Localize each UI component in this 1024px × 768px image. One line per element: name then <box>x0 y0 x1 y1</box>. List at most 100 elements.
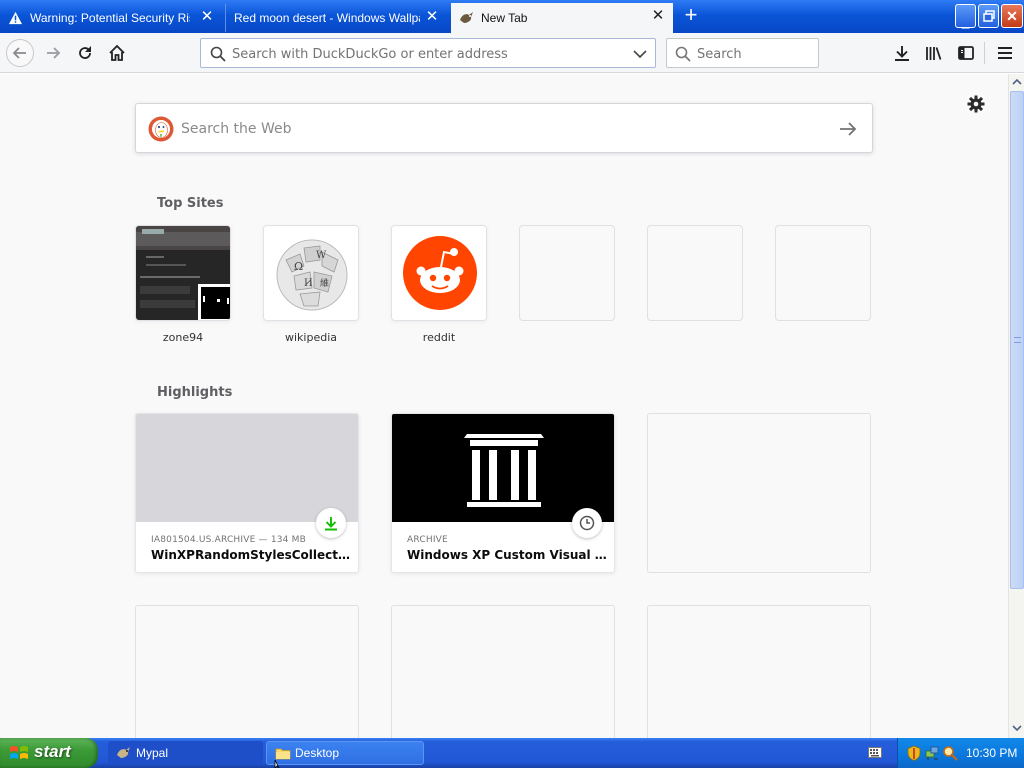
duckduckgo-logo-icon <box>148 116 174 142</box>
highlight-card-empty <box>647 605 871 738</box>
web-search-input[interactable] <box>181 119 821 139</box>
back-arrow-icon <box>12 47 26 59</box>
reload-button[interactable] <box>73 41 97 65</box>
search-tray-icon[interactable] <box>942 745 958 761</box>
highlight-context: ARCHIVE <box>407 535 448 545</box>
highlight-card-archive[interactable]: ARCHIVE Windows XP Custom Visual Styles <box>391 413 615 573</box>
close-tab-icon[interactable]: ✕ <box>200 9 214 24</box>
sidebar-icon <box>958 46 974 60</box>
back-button[interactable] <box>6 39 34 67</box>
wikipedia-globe-icon: Ω W И 維 <box>264 226 358 320</box>
top-sites-heading: Top Sites <box>157 196 224 211</box>
gear-icon[interactable] <box>966 94 986 114</box>
highlight-title: WinXPRandomStylesCollection.7z <box>151 548 351 562</box>
warning-icon <box>8 11 23 25</box>
search-input[interactable] <box>697 45 812 63</box>
reddit-logo-icon <box>392 226 486 320</box>
clock-icon <box>579 515 595 531</box>
new-tab-page: Top Sites zone94 <box>0 74 1008 738</box>
top-site-tile-empty <box>647 225 743 321</box>
svg-text:И: И <box>304 278 313 289</box>
url-input[interactable] <box>232 45 622 63</box>
vertical-scrollbar[interactable] <box>1008 74 1024 738</box>
clock: 10:30 PM <box>966 746 1018 760</box>
library-icon <box>926 47 942 60</box>
top-site-label: wikipedia <box>284 331 337 344</box>
top-site-label: reddit <box>422 331 456 344</box>
svg-text:維: 維 <box>320 277 329 289</box>
highlight-context: IA801504.US.ARCHIVE — 134 MB <box>151 535 307 545</box>
restore-button[interactable] <box>978 4 999 28</box>
download-icon <box>325 517 337 531</box>
highlight-card-download[interactable]: IA801504.US.ARCHIVE — 134 MB WinXPRandom… <box>135 413 359 573</box>
top-site-tile-empty <box>519 225 615 321</box>
start-label: start <box>34 742 71 761</box>
highlight-card-empty <box>647 413 871 573</box>
search-icon <box>675 46 691 62</box>
top-site-label: zone94 <box>162 331 204 344</box>
chevron-down-icon[interactable] <box>632 46 648 62</box>
tab-security-warning[interactable]: Warning: Potential Security Risk Ahead ✕ <box>0 4 222 32</box>
taskbar-item-mypal[interactable]: Mypal <box>108 741 263 765</box>
restore-icon <box>983 10 995 22</box>
hamburger-menu-icon <box>998 47 1012 59</box>
clock-badge <box>572 508 602 538</box>
taskbar-item-label: Desktop <box>295 746 340 760</box>
nav-toolbar <box>0 33 1024 73</box>
start-button[interactable]: start <box>0 738 98 768</box>
web-search-box[interactable] <box>135 103 873 153</box>
download-icon <box>895 46 909 61</box>
keyboard-icon[interactable] <box>868 747 882 758</box>
highlight-title: Windows XP Custom Visual Styles <box>407 548 607 562</box>
tab-wallpaper[interactable]: Red moon desert - Windows Wallpaper ✕ <box>225 4 447 32</box>
highlight-thumbnail <box>136 414 358 522</box>
top-site-tile-wikipedia[interactable]: Ω W И 維 <box>263 225 359 321</box>
tab-title: Warning: Potential Security Risk Ahead <box>30 11 190 25</box>
url-bar[interactable] <box>200 38 656 68</box>
internet-archive-logo-icon <box>392 414 614 522</box>
taskbar-item-label: Mypal <box>136 746 169 760</box>
highlights-heading: Highlights <box>157 385 233 400</box>
mypal-favicon-icon <box>460 12 473 23</box>
forward-arrow-icon <box>47 47 61 59</box>
reload-icon <box>79 46 91 59</box>
scrollbar-grip <box>1014 337 1021 343</box>
top-site-tile-zone94[interactable] <box>135 225 231 321</box>
svg-text:W: W <box>316 250 327 261</box>
highlight-card-empty <box>135 605 359 738</box>
close-tab-icon[interactable]: ✕ <box>425 9 439 24</box>
forward-button[interactable] <box>41 41 65 65</box>
download-badge <box>316 508 346 538</box>
minimize-button[interactable]: _ <box>955 4 976 30</box>
mouse-cursor-icon <box>274 760 280 768</box>
top-site-tile-reddit[interactable] <box>391 225 487 321</box>
scroll-down-arrow-icon[interactable] <box>1010 720 1024 736</box>
sidebar-button[interactable] <box>954 41 978 65</box>
windows-logo-icon <box>10 746 28 759</box>
search-icon <box>210 46 226 62</box>
scrollbar-thumb[interactable] <box>1010 91 1024 589</box>
taskbar: start Mypal Desktop 10:30 PM <box>0 738 1024 768</box>
scroll-up-arrow-icon[interactable] <box>1010 74 1024 90</box>
system-tray: 10:30 PM <box>897 738 1024 768</box>
arrow-right-icon[interactable] <box>837 119 859 139</box>
taskbar-item-desktop[interactable]: Desktop <box>266 741 424 765</box>
network-icon[interactable] <box>924 745 940 761</box>
toolbar-separator <box>984 42 985 64</box>
security-shield-icon[interactable] <box>906 745 922 761</box>
menu-button[interactable] <box>993 41 1017 65</box>
library-button[interactable] <box>922 41 946 65</box>
search-bar[interactable] <box>666 38 819 68</box>
close-icon: ✕ <box>1006 8 1018 24</box>
tab-new-tab[interactable]: New Tab ✕ <box>451 3 673 33</box>
tab-title: Red moon desert - Windows Wallpaper <box>234 11 420 25</box>
downloads-button[interactable] <box>890 41 914 65</box>
top-site-tile-empty <box>775 225 871 321</box>
tab-title: New Tab <box>481 11 528 25</box>
close-tab-icon[interactable]: ✕ <box>651 8 665 23</box>
svg-text:Ω: Ω <box>294 260 303 273</box>
home-button[interactable] <box>105 41 129 65</box>
close-window-button[interactable]: ✕ <box>1001 4 1023 28</box>
home-icon <box>109 44 125 61</box>
new-tab-button[interactable]: + <box>680 4 702 27</box>
